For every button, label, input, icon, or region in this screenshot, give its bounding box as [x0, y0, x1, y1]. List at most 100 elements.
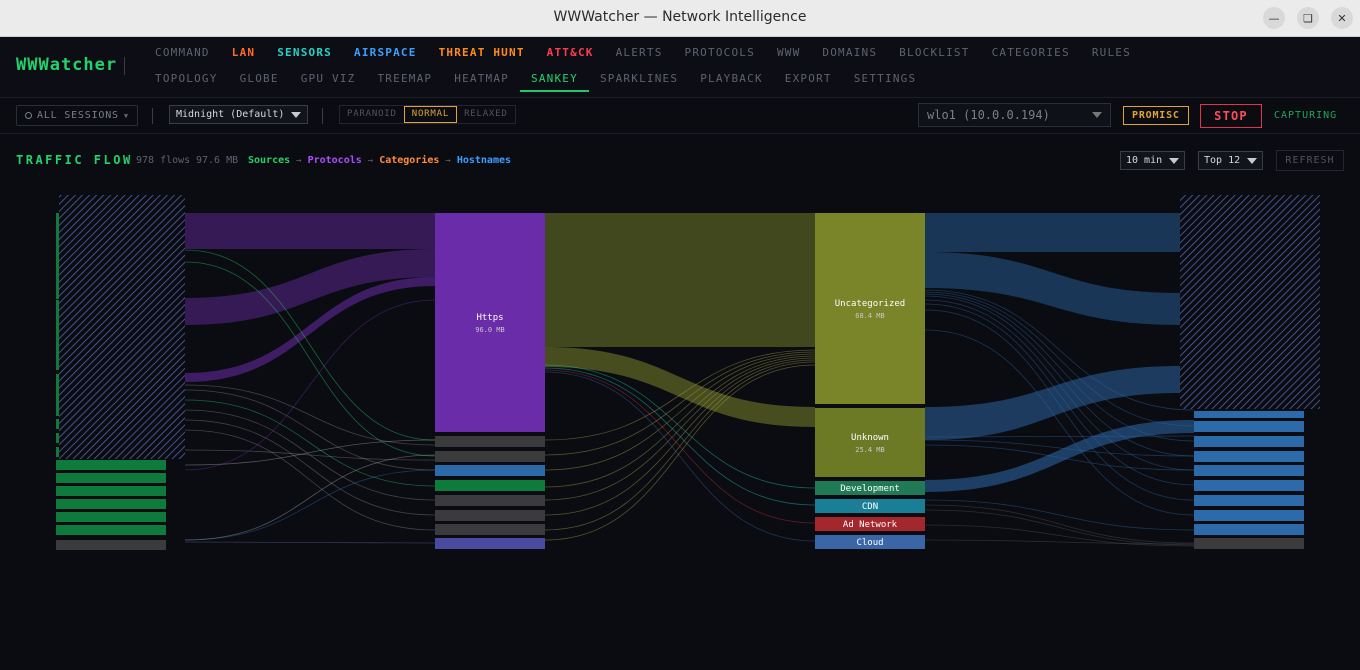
flow-size: 97.6 MB [196, 155, 239, 166]
link-protocol-category [544, 371, 816, 542]
chevron-down-icon [291, 111, 302, 118]
mode-normal[interactable]: NORMAL [403, 106, 458, 123]
host-node [1194, 411, 1304, 418]
host-node-aggregate [1180, 195, 1320, 409]
link-source-protocol [184, 449, 436, 461]
link-category-host [925, 252, 1180, 325]
interface-value: wlo1 (10.0.0.194) [927, 108, 1050, 122]
maximize-icon[interactable]: ❏ [1297, 7, 1319, 29]
toolbar: ALL SESSIONS ▼ Midnight (Default) PARANO… [0, 98, 1360, 134]
nav-item-heatmap[interactable]: HEATMAP [443, 72, 520, 92]
host-node [1194, 480, 1304, 491]
mode-relaxed[interactable]: RELAXED [457, 106, 515, 123]
breadcrumb-categories: Categories [379, 155, 440, 166]
nav-item-att-ck[interactable]: ATT&CK [536, 46, 605, 66]
nav-item-threat-hunt[interactable]: THREAT HUNT [428, 46, 536, 66]
app-logo[interactable]: WWWatcher [16, 55, 117, 75]
source-node-marker [56, 300, 59, 370]
chevron-down-icon [1092, 112, 1102, 118]
link-category-host [924, 524, 1195, 547]
nav-item-rules[interactable]: RULES [1081, 46, 1142, 66]
nav-row-primary: COMMAND LAN SENSORS AIRSPACE THREAT HUNT ATT&… [144, 46, 1142, 66]
category-value: 25.4 MB [855, 446, 885, 454]
link-https-unknown [545, 347, 815, 427]
nav-item-blocklist[interactable]: BLOCKLIST [888, 46, 980, 66]
source-node-marker [56, 419, 59, 429]
link-source-protocol [184, 429, 436, 531]
link-source-https [185, 213, 435, 249]
protocol-label-https: Https [476, 313, 503, 323]
host-node [1194, 465, 1304, 476]
nav-item-command[interactable]: COMMAND [144, 46, 221, 66]
close-icon[interactable]: ✕ [1331, 7, 1353, 29]
source-node-marker [56, 213, 59, 299]
host-node [1194, 451, 1304, 462]
breadcrumb-hostnames: Hostnames [456, 155, 512, 166]
protocol-node [435, 524, 545, 535]
nav-item-sparklines[interactable]: SPARKLINES [589, 72, 689, 92]
source-node-marker [56, 433, 59, 443]
source-node [56, 460, 166, 470]
nav-row-secondary: TOPOLOGY GLOBE GPU VIZ TREEMAP HEATMAP SANKEY… [144, 72, 927, 92]
nav-item-categories[interactable]: CATEGORIES [981, 46, 1081, 66]
time-window-value: 10 min [1126, 155, 1163, 166]
promisc-toggle[interactable]: PROMISC [1123, 106, 1189, 125]
divider [124, 57, 125, 75]
nav-item-airspace[interactable]: AIRSPACE [343, 46, 428, 66]
host-node [1194, 421, 1304, 432]
chevron-down-icon [1169, 157, 1180, 164]
circle-icon [25, 112, 32, 119]
stop-button[interactable]: STOP [1200, 104, 1262, 128]
nav-item-treemap[interactable]: TREEMAP [366, 72, 443, 92]
source-node [56, 512, 166, 522]
nav-item-sankey[interactable]: SANKEY [520, 72, 589, 92]
nav-item-lan[interactable]: LAN [221, 46, 266, 66]
category-label: Development [840, 484, 900, 494]
nav-item-topology[interactable]: TOPOLOGY [144, 72, 229, 92]
minimize-icon[interactable]: — [1263, 7, 1285, 29]
link-category-host [924, 504, 1195, 544]
host-node [1194, 510, 1304, 521]
nav-item-gpu-viz[interactable]: GPU VIZ [290, 72, 367, 92]
nav-item-domains[interactable]: DOMAINS [811, 46, 888, 66]
category-value: 68.4 MB [855, 312, 885, 320]
nav-item-sensors[interactable]: SENSORS [266, 46, 343, 66]
nav-item-globe[interactable]: GLOBE [229, 72, 290, 92]
breadcrumb-sources: Sources [248, 155, 291, 166]
nav-item-playback[interactable]: PLAYBACK [689, 72, 774, 92]
interface-select[interactable]: wlo1 (10.0.0.194) [918, 103, 1111, 127]
mode-paranoid[interactable]: PARANOID [340, 106, 404, 123]
protocol-node [435, 436, 545, 447]
top-n-select[interactable]: Top 12 [1198, 151, 1264, 170]
theme-select[interactable]: Midnight (Default) [169, 105, 309, 124]
source-node [56, 525, 166, 535]
app-nav: WWWatcher COMMAND LAN SENSORS AIRSPACE THREA… [0, 37, 1360, 98]
nav-item-settings[interactable]: SETTINGS [843, 72, 928, 92]
refresh-button[interactable]: REFRESH [1276, 150, 1344, 171]
protocol-node [435, 480, 545, 491]
link-category-host [924, 444, 1195, 471]
nav-item-www[interactable]: WWW [766, 46, 811, 66]
link-category-host [925, 213, 1180, 252]
nav-item-alerts[interactable]: ALERTS [605, 46, 674, 66]
host-node [1194, 436, 1304, 447]
section-title: TRAFFIC FLOW [16, 153, 133, 167]
caret-down-icon: ▼ [123, 111, 129, 120]
host-node [1194, 524, 1304, 535]
theme-value: Midnight (Default) [176, 109, 285, 120]
link-source-protocol [184, 541, 436, 544]
link-https-uncategorized [545, 213, 815, 347]
window-titlebar: WWWatcher — Network Intelligence — ❏ ✕ [0, 0, 1360, 37]
time-window-select[interactable]: 10 min [1120, 151, 1186, 170]
protocol-node [435, 451, 545, 462]
sessions-filter[interactable]: ALL SESSIONS ▼ [16, 105, 138, 126]
arrow-right-icon: → [367, 155, 374, 166]
protocol-node [435, 538, 545, 549]
link-source-protocol [184, 384, 436, 446]
link-category-host [924, 309, 1195, 501]
nav-item-export[interactable]: EXPORT [774, 72, 843, 92]
host-node-other [1194, 538, 1304, 549]
nav-item-protocols[interactable]: PROTOCOLS [674, 46, 766, 66]
protocol-value-https: 96.0 MB [475, 326, 505, 334]
source-node [56, 486, 166, 496]
